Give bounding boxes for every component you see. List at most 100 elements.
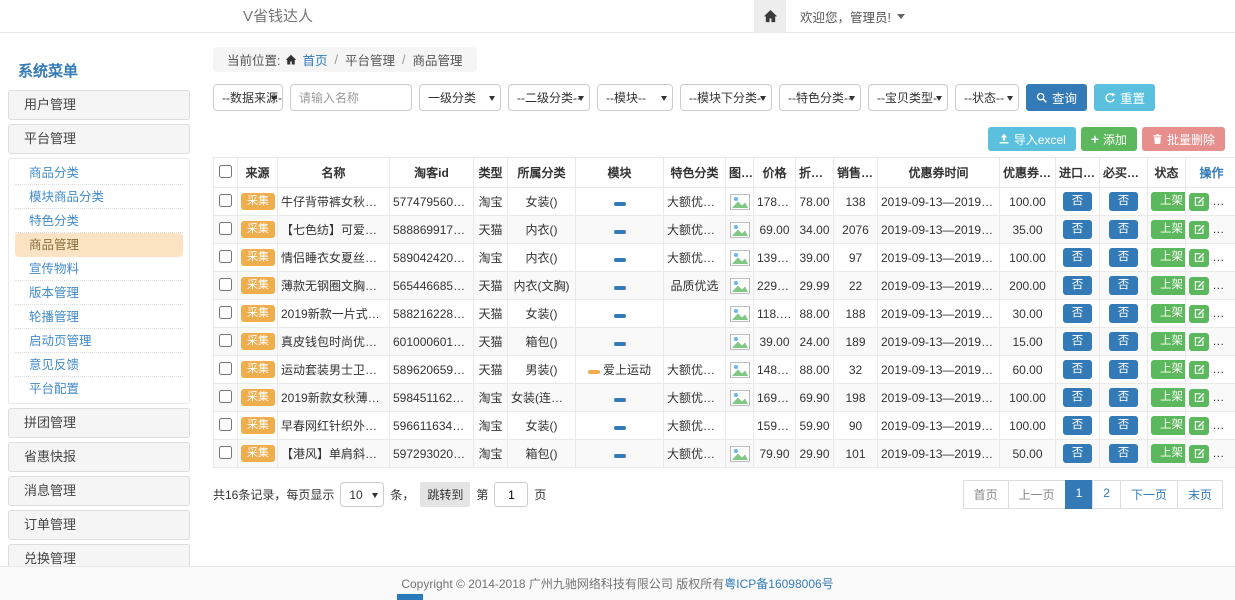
filter-select-level2-category[interactable]: --二级分类-- [508, 84, 590, 111]
delete-button[interactable] [1216, 193, 1235, 211]
select-all-checkbox[interactable] [219, 165, 232, 178]
filter-select-status[interactable]: --状态-- [955, 84, 1019, 111]
status-badge[interactable]: 上架 [1151, 416, 1186, 435]
page-button[interactable]: 上一页 [1008, 480, 1066, 509]
sidebar-section-express-news[interactable]: 省惠快报 [8, 442, 190, 472]
delete-button[interactable] [1216, 277, 1235, 295]
sidebar-subitem[interactable]: 轮播管理 [15, 305, 183, 329]
sidebar-subitem[interactable]: 意见反馈 [15, 353, 183, 377]
row-checkbox[interactable] [219, 418, 232, 431]
breadcrumb-home-link[interactable]: 首页 [302, 50, 327, 69]
sidebar-section-message-management[interactable]: 消息管理 [8, 476, 190, 506]
status-badge[interactable]: 上架 [1151, 276, 1186, 295]
sidebar-subitem[interactable]: 模块商品分类 [15, 185, 183, 209]
must-buy-badge[interactable]: 否 [1109, 416, 1139, 435]
page-button[interactable]: 首页 [963, 480, 1009, 509]
goto-page-button[interactable]: 跳转到 [420, 482, 470, 507]
icp-link[interactable]: 粤ICP备16098006号 [724, 575, 833, 592]
import-flag-badge[interactable]: 否 [1063, 332, 1093, 351]
import-flag-badge[interactable]: 否 [1063, 444, 1093, 463]
delete-button[interactable] [1216, 445, 1235, 463]
sidebar-section-group-buy[interactable]: 拼团管理 [8, 408, 190, 438]
filter-select-feature-category[interactable]: --特色分类-- [779, 84, 861, 111]
must-buy-badge[interactable]: 否 [1109, 332, 1139, 351]
page-size-select[interactable]: 10 [340, 482, 384, 507]
edit-button[interactable] [1189, 389, 1209, 407]
delete-button[interactable] [1216, 417, 1235, 435]
import-flag-badge[interactable]: 否 [1063, 220, 1093, 239]
filter-select-module[interactable]: --模块-- [597, 84, 673, 111]
edit-button[interactable] [1189, 221, 1209, 239]
delete-button[interactable] [1216, 361, 1235, 379]
add-button[interactable]: + 添加 [1081, 127, 1137, 151]
edit-button[interactable] [1189, 445, 1209, 463]
status-badge[interactable]: 上架 [1151, 192, 1186, 211]
row-checkbox[interactable] [219, 306, 232, 319]
sidebar-section-platform-management[interactable]: 平台管理 [8, 124, 190, 154]
page-button[interactable]: 1 [1065, 480, 1094, 509]
filter-select-item-type[interactable]: --宝贝类型-- [868, 84, 948, 111]
batch-delete-button[interactable]: 批量删除 [1142, 127, 1225, 151]
sidebar-subitem[interactable]: 平台配置 [15, 377, 183, 401]
status-badge[interactable]: 上架 [1151, 304, 1186, 323]
sidebar-subitem[interactable]: 特色分类 [15, 209, 183, 233]
row-checkbox[interactable] [219, 446, 232, 459]
must-buy-badge[interactable]: 否 [1109, 388, 1139, 407]
import-flag-badge[interactable]: 否 [1063, 248, 1093, 267]
import-excel-button[interactable]: 导入excel [988, 127, 1076, 151]
delete-button[interactable] [1216, 249, 1235, 267]
row-checkbox[interactable] [219, 278, 232, 291]
status-badge[interactable]: 上架 [1151, 220, 1186, 239]
search-button[interactable]: 查询 [1026, 84, 1087, 111]
delete-button[interactable] [1216, 333, 1235, 351]
row-checkbox[interactable] [219, 222, 232, 235]
page-button[interactable]: 下一页 [1120, 480, 1178, 509]
delete-button[interactable] [1216, 305, 1235, 323]
edit-button[interactable] [1189, 333, 1209, 351]
goto-page-input[interactable] [494, 482, 528, 507]
status-badge[interactable]: 上架 [1151, 388, 1186, 407]
must-buy-badge[interactable]: 否 [1109, 220, 1139, 239]
import-flag-badge[interactable]: 否 [1063, 192, 1093, 211]
home-button[interactable] [754, 0, 786, 33]
status-badge[interactable]: 上架 [1151, 332, 1186, 351]
filter-select-module-subcategory[interactable]: --模块下分类-- [680, 84, 772, 111]
edit-button[interactable] [1189, 305, 1209, 323]
page-button[interactable]: 2 [1092, 480, 1121, 509]
product-name-input[interactable] [290, 84, 412, 111]
edit-button[interactable] [1189, 361, 1209, 379]
import-flag-badge[interactable]: 否 [1063, 304, 1093, 323]
sidebar-section-order-management[interactable]: 订单管理 [8, 510, 190, 540]
sidebar-subitem[interactable]: 宣传物料 [15, 257, 183, 281]
import-flag-badge[interactable]: 否 [1063, 388, 1093, 407]
delete-button[interactable] [1216, 221, 1235, 239]
edit-button[interactable] [1189, 249, 1209, 267]
status-badge[interactable]: 上架 [1151, 248, 1186, 267]
row-checkbox[interactable] [219, 334, 232, 347]
sidebar-subitem[interactable]: 启动页管理 [15, 329, 183, 353]
must-buy-badge[interactable]: 否 [1109, 192, 1139, 211]
import-flag-badge[interactable]: 否 [1063, 416, 1093, 435]
must-buy-badge[interactable]: 否 [1109, 304, 1139, 323]
edit-button[interactable] [1189, 277, 1209, 295]
delete-button[interactable] [1216, 389, 1235, 407]
sidebar-subitem-current[interactable]: 商品管理 [15, 233, 183, 257]
row-checkbox[interactable] [219, 362, 232, 375]
edit-button[interactable] [1189, 417, 1209, 435]
user-menu[interactable]: 欢迎您，管理员! [800, 7, 905, 26]
reset-button[interactable]: 重置 [1094, 84, 1155, 111]
import-flag-badge[interactable]: 否 [1063, 360, 1093, 379]
must-buy-badge[interactable]: 否 [1109, 248, 1139, 267]
row-checkbox[interactable] [219, 250, 232, 263]
page-button[interactable]: 末页 [1177, 480, 1223, 509]
row-checkbox[interactable] [219, 194, 232, 207]
import-flag-badge[interactable]: 否 [1063, 276, 1093, 295]
must-buy-badge[interactable]: 否 [1109, 360, 1139, 379]
status-badge[interactable]: 上架 [1151, 444, 1186, 463]
sidebar-subitem[interactable]: 版本管理 [15, 281, 183, 305]
must-buy-badge[interactable]: 否 [1109, 444, 1139, 463]
must-buy-badge[interactable]: 否 [1109, 276, 1139, 295]
row-checkbox[interactable] [219, 390, 232, 403]
status-badge[interactable]: 上架 [1151, 360, 1186, 379]
sidebar-subitem[interactable]: 商品分类 [15, 161, 183, 185]
